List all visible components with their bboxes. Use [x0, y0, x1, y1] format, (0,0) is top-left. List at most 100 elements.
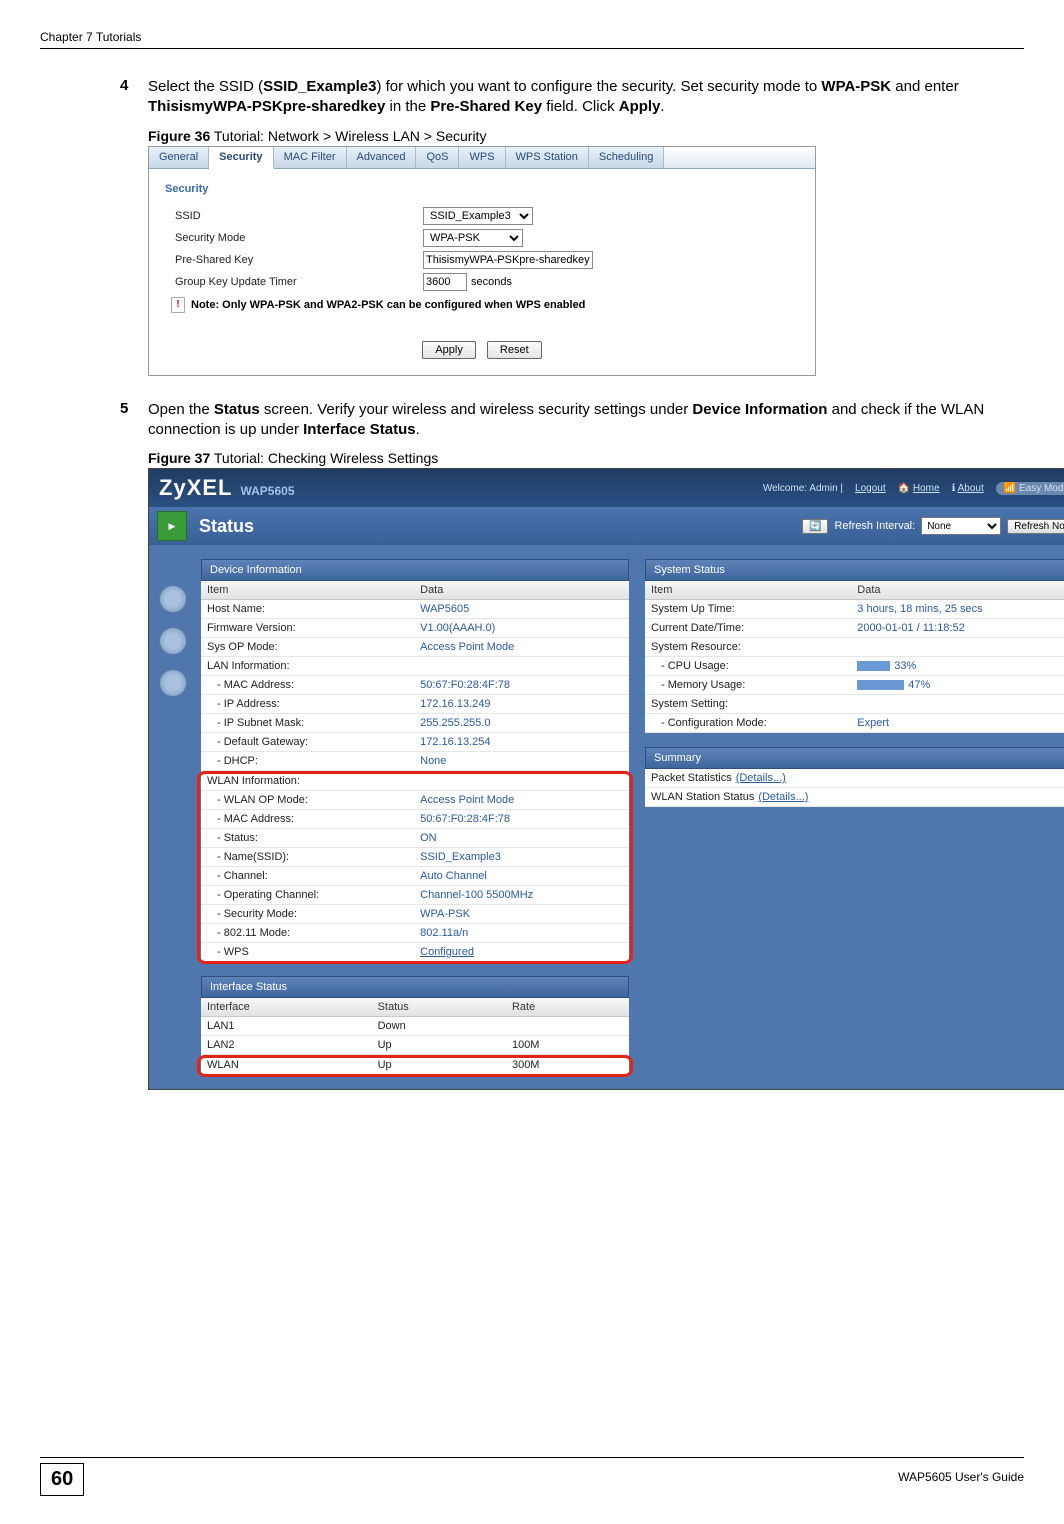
- cell-key: Sys OP Mode:: [201, 638, 414, 657]
- link[interactable]: Configured: [420, 946, 474, 958]
- ssid-select[interactable]: SSID_Example3: [423, 207, 533, 225]
- nav-icon-1[interactable]: [159, 585, 187, 613]
- security-panel: Security SSIDSSID_Example3 Security Mode…: [149, 169, 815, 375]
- cell-key: WLAN Information:: [201, 772, 414, 791]
- cell-value: [414, 657, 629, 676]
- cell-rate: 300M: [506, 1056, 629, 1075]
- devinfo-bold: Device Information: [692, 401, 827, 418]
- cell-value: ON: [414, 829, 629, 848]
- table-row: WLANUp300M: [201, 1056, 629, 1075]
- cell-key: - IP Subnet Mask:: [201, 714, 414, 733]
- summary-panel: Summary Packet Statistics(Details...)WLA…: [645, 747, 1064, 807]
- cell-value: V1.00(AAAH.0): [414, 619, 629, 638]
- reset-button[interactable]: Reset: [487, 341, 542, 359]
- table-row: - Security Mode:WPA-PSK: [201, 905, 629, 924]
- note-text: Note: Only WPA-PSK and WPA2-PSK can be c…: [191, 299, 585, 311]
- cell-if: LAN2: [201, 1036, 372, 1055]
- nav-icon-2[interactable]: [159, 627, 187, 655]
- page-title: Status: [195, 516, 254, 537]
- cell-value: None: [414, 752, 629, 771]
- usage-bar: [857, 680, 904, 690]
- table-row: Packet Statistics(Details...): [645, 769, 1064, 788]
- right-column: System Status ItemData System Up Time:3 …: [645, 559, 1064, 1075]
- col-item: Item: [201, 581, 414, 600]
- tab-wps[interactable]: WPS: [459, 147, 505, 168]
- fig-num: Figure 37: [148, 450, 210, 466]
- details-link[interactable]: (Details...): [732, 772, 786, 784]
- cell-rate: [506, 1017, 629, 1036]
- t: Select the SSID (: [148, 78, 263, 95]
- table-row: - Memory Usage:47%: [645, 676, 1064, 695]
- tab-mac-filter[interactable]: MAC Filter: [274, 147, 347, 168]
- cell-value: Channel-100 5500MHz: [414, 886, 629, 905]
- table-row: WLAN Station Status(Details...): [645, 788, 1064, 807]
- cell-key: System Up Time:: [645, 600, 851, 619]
- about-link[interactable]: About: [958, 483, 984, 494]
- cell-key: - Channel:: [201, 867, 414, 886]
- table-row: Firmware Version:V1.00(AAAH.0): [201, 619, 629, 638]
- cell-key: System Resource:: [645, 638, 851, 657]
- t: field. Click: [542, 98, 619, 115]
- t: Open the: [148, 401, 214, 418]
- cell-if: LAN1: [201, 1017, 372, 1036]
- cell-status: Down: [372, 1017, 506, 1036]
- unit-seconds: seconds: [471, 276, 512, 288]
- panel-head-interface: Interface Status: [201, 976, 629, 998]
- fig-num: Figure 36: [148, 128, 210, 144]
- cell-if: WLAN: [201, 1056, 372, 1075]
- logout-link[interactable]: Logout: [855, 483, 886, 494]
- t: .: [416, 421, 420, 438]
- system-status-panel: System Status ItemData System Up Time:3 …: [645, 559, 1064, 733]
- home-link[interactable]: Home: [913, 483, 940, 494]
- cell-rate: 100M: [506, 1036, 629, 1055]
- apply-button[interactable]: Apply: [422, 341, 476, 359]
- step-4: 4 Select the SSID (SSID_Example3) for wh…: [120, 77, 1024, 118]
- guide-name: WAP5605 User's Guide: [898, 1464, 1024, 1484]
- table-row: System Up Time:3 hours, 18 mins, 25 secs: [645, 600, 1064, 619]
- title-bar: ▶ Status 🔄 Refresh Interval: None Refres…: [149, 507, 1064, 545]
- cell-value: 172.16.13.254: [414, 733, 629, 752]
- step-5-body: Open the Status screen. Verify your wire…: [148, 400, 1024, 441]
- table-row: - IP Subnet Mask:255.255.255.0: [201, 714, 629, 733]
- cell-key: - Name(SSID):: [201, 848, 414, 867]
- cell-value: [851, 638, 1064, 657]
- easy-mode-button[interactable]: 📶 Easy Mode: [996, 482, 1064, 495]
- tab-security[interactable]: Security: [209, 147, 273, 169]
- t: .: [660, 98, 664, 115]
- t: and enter: [891, 78, 959, 95]
- tab-general[interactable]: General: [149, 147, 209, 168]
- usage-bar: [857, 661, 890, 671]
- tab-advanced[interactable]: Advanced: [347, 147, 417, 168]
- cell-key: - CPU Usage:: [645, 657, 851, 676]
- refresh-icon[interactable]: 🔄: [802, 519, 828, 534]
- group-key-timer-input[interactable]: [423, 273, 467, 291]
- brand: ZyXELWAP5605: [159, 475, 295, 501]
- table-row: LAN Information:: [201, 657, 629, 676]
- nav-icon-3[interactable]: [159, 669, 187, 697]
- label-psk: Pre-Shared Key: [163, 254, 423, 266]
- fig-title: Tutorial: Network > Wireless LAN > Secur…: [210, 128, 486, 144]
- refresh-interval-select[interactable]: None: [921, 517, 1001, 535]
- cell-status: Up: [372, 1056, 506, 1075]
- interface-status-panel: Interface Status InterfaceStatusRate LAN…: [201, 976, 629, 1075]
- cell-key: - IP Address:: [201, 695, 414, 714]
- refresh-now-button[interactable]: Refresh Now: [1007, 519, 1064, 534]
- security-mode-select[interactable]: WPA-PSK: [423, 229, 523, 247]
- tab-wps-station[interactable]: WPS Station: [506, 147, 589, 168]
- preshared-key-input[interactable]: [423, 251, 593, 269]
- cell-key: Current Date/Time:: [645, 619, 851, 638]
- table-row: Current Date/Time:2000-01-01 / 11:18:52: [645, 619, 1064, 638]
- cell-value: WPA-PSK: [414, 905, 629, 924]
- col-data: Data: [414, 581, 629, 600]
- cell-key: - WPS: [201, 943, 414, 962]
- interface-table: InterfaceStatusRate LAN1DownLAN2Up100MWL…: [201, 998, 629, 1075]
- details-link[interactable]: (Details...): [754, 791, 808, 803]
- table-row: - Configuration Mode:Expert: [645, 714, 1064, 733]
- tab-qos[interactable]: QoS: [416, 147, 459, 168]
- cell-key: - Security Mode:: [201, 905, 414, 924]
- tab-scheduling[interactable]: Scheduling: [589, 147, 664, 168]
- figure-37-caption: Figure 37 Tutorial: Checking Wireless Se…: [148, 450, 1024, 466]
- col-if: Interface: [201, 998, 372, 1017]
- wpa-bold: WPA-PSK: [821, 78, 891, 95]
- cell-value: Access Point Mode: [414, 791, 629, 810]
